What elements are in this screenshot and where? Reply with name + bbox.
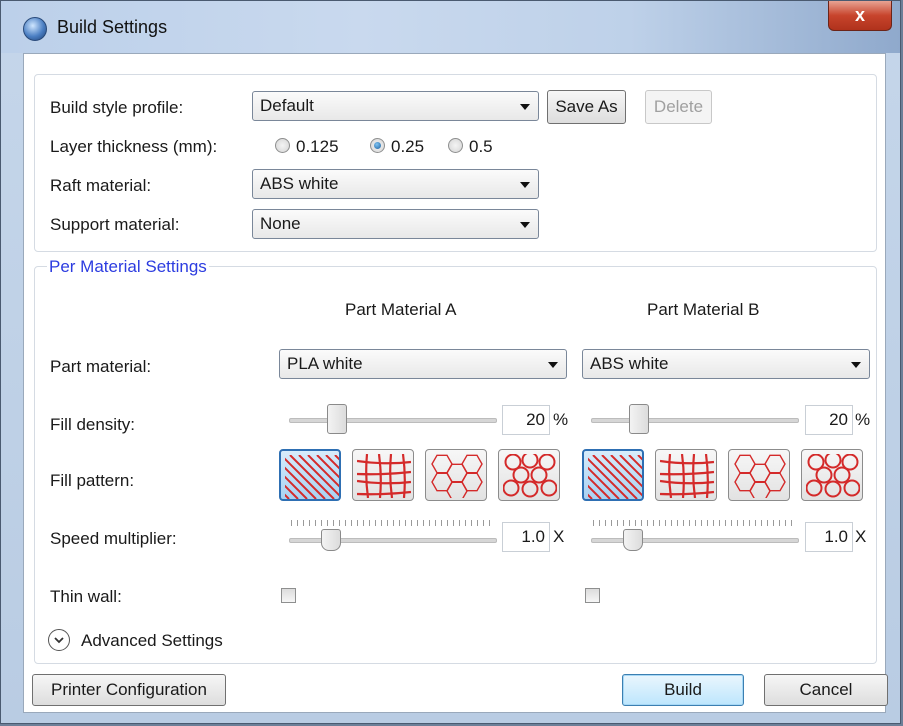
fill-density-a-input[interactable]: 20 [502, 405, 550, 435]
layer-radio-05[interactable] [448, 138, 463, 153]
per-material-legend: Per Material Settings [47, 257, 209, 277]
speed-b-input[interactable]: 1.0 [805, 522, 853, 552]
raft-material-label: Raft material: [50, 176, 152, 195]
hexagon-icon [734, 454, 786, 498]
app-globe-icon [23, 17, 47, 41]
fill-density-a-unit: % [553, 410, 569, 429]
general-settings-group: Build style profile: Default Save As Del… [34, 74, 877, 252]
speed-a-ticks [291, 520, 495, 526]
window-title: Build Settings [57, 17, 168, 37]
layer-option-label: 0.125 [296, 137, 339, 156]
build-settings-window: Build Settings x Build style profile: De… [0, 0, 901, 724]
speed-b-ticks [593, 520, 797, 526]
hexagon-icon [431, 454, 483, 498]
material-b-heading: Part Material B [647, 300, 760, 319]
support-material-value: None [260, 214, 301, 233]
chevron-down-icon [520, 222, 530, 228]
grid-icon [660, 454, 714, 498]
fill-density-b-track[interactable] [591, 418, 799, 423]
raft-material-dropdown[interactable]: ABS white [252, 169, 539, 199]
build-button[interactable]: Build [622, 674, 744, 706]
fill-pattern-circles-button[interactable] [801, 449, 863, 501]
part-material-b-dropdown[interactable]: ABS white [582, 349, 870, 379]
fill-pattern-grid-button[interactable] [655, 449, 717, 501]
material-a-heading: Part Material A [345, 300, 457, 319]
circles-icon [806, 454, 860, 498]
fill-pattern-grid-button[interactable] [352, 449, 414, 501]
part-material-label: Part material: [50, 357, 152, 376]
delete-button[interactable]: Delete [645, 90, 712, 124]
save-as-button[interactable]: Save As [547, 90, 626, 124]
part-material-b-value: ABS white [590, 354, 669, 373]
build-style-dropdown[interactable]: Default [252, 91, 539, 121]
thin-wall-a-checkbox[interactable] [281, 588, 296, 603]
fill-density-b-unit: % [855, 410, 871, 429]
speed-b-thumb[interactable] [623, 529, 643, 551]
speed-a-input[interactable]: 1.0 [502, 522, 550, 552]
fill-density-a-thumb[interactable] [327, 404, 348, 434]
diagonal-lines-icon [285, 455, 339, 499]
raft-material-value: ABS white [260, 174, 339, 193]
layer-thickness-label: Layer thickness (mm): [50, 137, 218, 156]
layer-option-label: 0.5 [469, 137, 493, 156]
advanced-settings-toggle[interactable]: Advanced Settings [81, 631, 223, 651]
support-material-label: Support material: [50, 215, 180, 234]
fill-density-b-thumb[interactable] [629, 404, 650, 434]
chevron-down-icon [548, 362, 558, 368]
fill-pattern-circles-button[interactable] [498, 449, 560, 501]
thin-wall-label: Thin wall: [50, 587, 122, 606]
chevron-down-icon [520, 104, 530, 110]
chevron-down-icon [520, 182, 530, 188]
fill-pattern-hexagon-button[interactable] [425, 449, 487, 501]
expand-chevron-icon[interactable] [48, 629, 70, 651]
printer-configuration-button[interactable]: Printer Configuration [32, 674, 226, 706]
fill-density-b-input[interactable]: 20 [805, 405, 853, 435]
close-button[interactable]: x [828, 1, 892, 31]
fill-pattern-diagonal-lines-button[interactable] [582, 449, 644, 501]
fill-pattern-hexagon-button[interactable] [728, 449, 790, 501]
fill-density-a-track[interactable] [289, 418, 497, 423]
fill-pattern-label: Fill pattern: [50, 471, 135, 490]
build-style-label: Build style profile: [50, 98, 184, 117]
part-material-a-value: PLA white [287, 354, 363, 373]
per-material-group: Per Material Settings Part Material A Pa… [34, 257, 877, 664]
layer-radio-0125[interactable] [275, 138, 290, 153]
build-style-value: Default [260, 96, 314, 115]
support-material-dropdown[interactable]: None [252, 209, 539, 239]
fill-density-label: Fill density: [50, 415, 136, 434]
fill-pattern-diagonal-lines-button[interactable] [279, 449, 341, 501]
grid-icon [357, 454, 411, 498]
title-bar[interactable]: Build Settings x [1, 1, 900, 53]
part-material-a-dropdown[interactable]: PLA white [279, 349, 567, 379]
speed-a-thumb[interactable] [321, 529, 341, 551]
dialog-body: Build style profile: Default Save As Del… [23, 53, 888, 713]
thin-wall-b-checkbox[interactable] [585, 588, 600, 603]
diagonal-lines-icon [588, 455, 642, 499]
layer-radio-025[interactable] [370, 138, 385, 153]
speed-b-unit: X [855, 527, 867, 546]
circles-icon [503, 454, 557, 498]
layer-option-label: 0.25 [391, 137, 425, 156]
speed-a-unit: X [553, 527, 565, 546]
speed-multiplier-label: Speed multiplier: [50, 529, 177, 548]
chevron-down-icon [851, 362, 861, 368]
cancel-button[interactable]: Cancel [764, 674, 888, 706]
